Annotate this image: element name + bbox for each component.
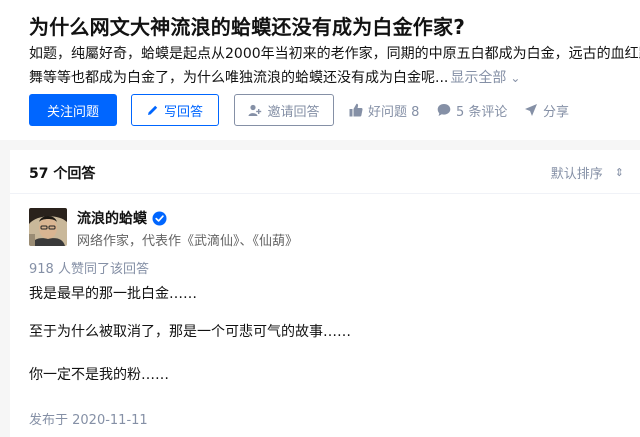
follow-question-button[interactable]: 关注问题: [29, 94, 117, 126]
question-detail-line-2: 舞等等也都成为白金了，为什么唯独流浪的蛤蟆还没有成为白金呢... 显示全部 ⌄: [29, 66, 640, 90]
good-question-button[interactable]: 好问题 8: [349, 94, 419, 126]
publish-date[interactable]: 发布于 2020-11-11: [29, 409, 148, 428]
answer-paragraph: 至于为什么被取消了，那是一个可悲可气的故事……: [29, 324, 351, 340]
answers-card: 57 个回答 默认排序 ⇕ 流浪的蛤蟆 网络作家，代表作《武滴仙》、《仙葫》 9…: [10, 150, 640, 437]
author-avatar[interactable]: [29, 208, 67, 246]
answer-paragraph: 我是最早的那一批白金……: [29, 286, 197, 302]
write-answer-label: 写回答: [163, 104, 203, 120]
share-button[interactable]: 分享: [524, 94, 569, 126]
share-label: 分享: [543, 104, 570, 120]
thumbs-up-icon: [349, 103, 363, 117]
invite-answer-button[interactable]: 邀请回答: [234, 94, 334, 126]
add-user-icon: [248, 104, 262, 116]
follow-question-label: 关注问题: [46, 104, 99, 120]
share-icon: [525, 104, 537, 116]
answers-header: 57 个回答 默认排序 ⇕: [10, 150, 640, 194]
sort-label: 默认排序: [550, 167, 603, 182]
question-detail-line-1: 如题，纯屬好奇，蛤蟆是起点从2000年当初来的老作家，同期的中原五白都成为白金，…: [29, 46, 640, 62]
comment-icon: [437, 104, 451, 116]
chevron-down-icon: ⌄: [510, 71, 521, 85]
answer-paragraph: 你一定不是我的粉……: [29, 367, 169, 383]
pencil-icon: [147, 105, 158, 115]
question-detail[interactable]: 如题，纯屬好奇，蛤蟆是起点从2000年当初来的老作家，同期的中原五白都成为白金，…: [29, 42, 640, 90]
write-answer-button[interactable]: 写回答: [131, 94, 219, 126]
author-name-row: 流浪的蛤蟆: [77, 208, 167, 228]
comments-label: 5 条评论: [456, 104, 508, 120]
author-bio: 网络作家，代表作《武滴仙》、《仙葫》: [77, 234, 299, 249]
question-title[interactable]: 为什么网文大神流浪的蛤蟆还没有成为白金作家?: [29, 11, 465, 40]
good-question-label: 好问题 8: [368, 104, 420, 120]
avatar-image: [29, 208, 67, 246]
author-name[interactable]: 流浪的蛤蟆: [77, 208, 147, 228]
invite-answer-label: 邀请回答: [267, 104, 320, 120]
show-all-label: 显示全部: [450, 70, 507, 86]
voters-count[interactable]: 918 人赞同了该回答: [29, 258, 149, 277]
question-header: 为什么网文大神流浪的蛤蟆还没有成为白金作家? 如题，纯屬好奇，蛤蟆是起点从200…: [0, 0, 640, 140]
answer-count: 57 个回答: [29, 166, 96, 182]
show-all-link[interactable]: 显示全部 ⌄: [450, 70, 520, 86]
verified-badge-icon: [152, 211, 167, 226]
sort-dropdown[interactable]: 默认排序 ⇕: [551, 163, 624, 182]
question-detail-text-2: 舞等等也都成为白金了，为什么唯独流浪的蛤蟆还没有成为白金呢...: [29, 70, 449, 86]
sort-updown-icon: ⇕: [614, 166, 624, 179]
comments-button[interactable]: 5 条评论: [437, 94, 507, 126]
